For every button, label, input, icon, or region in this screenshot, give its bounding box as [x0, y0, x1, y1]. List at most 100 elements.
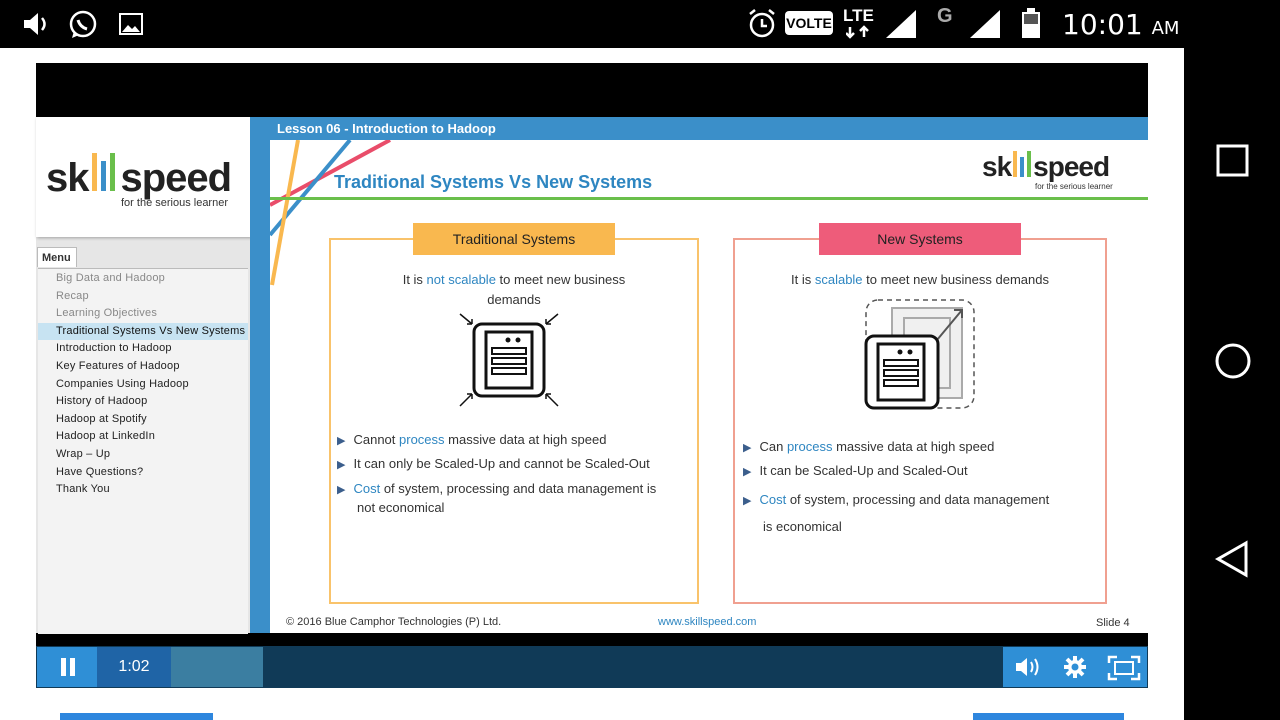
- logo-box: sk speed for the serious learner: [36, 117, 251, 237]
- menu-item[interactable]: Introduction to Hadoop: [38, 340, 248, 357]
- new-bullet-1: ▶ Can process massive data at high speed: [743, 439, 994, 454]
- menu-item[interactable]: History of Hadoop: [38, 393, 248, 410]
- bullet-arrow-icon: ▶: [337, 435, 346, 447]
- bullet-arrow-icon: ▶: [743, 466, 752, 478]
- trad-lead-pre: It is: [402, 272, 427, 287]
- lesson-title: Lesson 06 - Introduction to Hadoop: [270, 117, 1148, 140]
- menu-item[interactable]: Big Data and Hadoop: [38, 270, 248, 287]
- slide-brand-pre: sk: [982, 151, 1012, 182]
- brand-post: speed: [120, 156, 233, 200]
- progress-fill[interactable]: [171, 647, 263, 687]
- bullet-arrow-icon: ▶: [743, 442, 752, 454]
- trad-bullet-1: ▶ Cannot process massive data at high spe…: [337, 432, 606, 447]
- menu-item[interactable]: Traditional Systems Vs New Systems: [38, 322, 248, 340]
- fullscreen-button[interactable]: [1099, 647, 1147, 687]
- trad-lead-post: to meet new business: [495, 272, 626, 287]
- brand-bars-icon: [89, 151, 121, 205]
- server-compressed-icon: [459, 313, 559, 407]
- slide-title: Traditional Systems Vs New Systems: [334, 172, 653, 192]
- new-box: [733, 238, 1107, 604]
- new-b1-pre: Can: [759, 439, 787, 454]
- brand-tagline: for the serious learner: [121, 197, 228, 209]
- signal-icon: [886, 10, 916, 38]
- slide-url[interactable]: www.skillspeed.com: [658, 616, 756, 628]
- status-bar: VOLTE LTE G 10:01 AM: [0, 0, 1280, 48]
- trad-lead-hl: not scalable: [426, 272, 496, 287]
- alarm-icon: [749, 9, 775, 38]
- new-bullet-3: ▶ Cost of system, processing and data man…: [743, 487, 1049, 540]
- new-b1-post: massive data at high speed: [832, 439, 995, 454]
- volume-button[interactable]: [1003, 647, 1051, 687]
- settings-button[interactable]: [1051, 647, 1099, 687]
- menu-item[interactable]: Learning Objectives: [38, 305, 248, 322]
- fullscreen-icon: [1107, 655, 1141, 681]
- menu-tab[interactable]: Menu: [37, 247, 77, 267]
- volume-icon: [24, 13, 46, 35]
- traditional-lead: It is not scalable to meet new business d…: [329, 270, 699, 310]
- menu-item[interactable]: Hadoop at LinkedIn: [38, 428, 248, 445]
- menu-item[interactable]: Companies Using Hadoop: [38, 376, 248, 393]
- menu-item[interactable]: Hadoop at Spotify: [38, 411, 248, 428]
- menu-item[interactable]: Recap: [38, 288, 248, 305]
- slide-brand-bars-icon: [1011, 149, 1033, 186]
- back-icon[interactable]: [1214, 540, 1250, 578]
- bullet-arrow-icon: ▶: [743, 495, 752, 507]
- gear-icon: [1064, 656, 1086, 678]
- battery-icon: [1022, 8, 1040, 38]
- clock: 10:01 AM: [1062, 8, 1179, 41]
- panel-divider: [250, 117, 270, 633]
- menu-item[interactable]: Thank You: [38, 481, 248, 498]
- title-underline: [270, 197, 1148, 200]
- traditional-header: Traditional Systems: [413, 223, 615, 255]
- clock-ampm: AM: [1151, 18, 1180, 39]
- trad-b3-hl: Cost: [353, 481, 381, 496]
- home-icon[interactable]: [1214, 342, 1252, 380]
- slide-logo: sk speed: [982, 146, 1110, 186]
- new-b3-line2: is economical: [763, 519, 842, 534]
- trad-lead-line2: demands: [487, 292, 541, 307]
- slide-copyright: © 2016 Blue Camphor Technologies (P) Ltd…: [286, 616, 502, 628]
- trad-bullet-3: ▶ Cost of system, processing and data man…: [337, 480, 656, 516]
- new-b1-hl: process: [786, 439, 833, 454]
- menu-item[interactable]: Have Questions?: [38, 464, 248, 481]
- slide-brand-post: speed: [1033, 151, 1110, 182]
- trad-b3-post: of system, processing and data managemen…: [380, 481, 657, 496]
- menu-item[interactable]: Key Features of Hadoop: [38, 358, 248, 375]
- new-lead: It is scalable to meet new business dema…: [733, 270, 1107, 290]
- trad-bullet-2: ▶ It can only be Scaled-Up and cannot be …: [337, 456, 650, 471]
- lte-label: LTE: [843, 6, 874, 25]
- menu-item[interactable]: Wrap – Up: [38, 446, 248, 463]
- signal-2-icon: [970, 10, 1000, 38]
- server-scaling-icon: [864, 299, 975, 410]
- nav-bar: [1184, 48, 1280, 720]
- trad-b1-hl: process: [399, 432, 445, 447]
- whatsapp-icon: [69, 10, 97, 38]
- clock-time: 10:01: [1062, 8, 1143, 41]
- trad-b3-line2: not economical: [357, 500, 445, 515]
- trad-b1-post: massive data at high speed: [444, 432, 607, 447]
- bottom-button-right[interactable]: [973, 713, 1124, 720]
- bullet-arrow-icon: ▶: [337, 484, 346, 496]
- new-lead-pre: It is: [791, 272, 815, 287]
- trad-b1-pre: Cannot: [353, 432, 400, 447]
- trad-b2: It can only be Scaled-Up and cannot be S…: [353, 456, 650, 471]
- new-lead-post: to meet new business demands: [862, 272, 1049, 287]
- new-header: New Systems: [819, 223, 1021, 255]
- slide-logo-tagline: for the serious learner: [1035, 182, 1113, 191]
- elapsed-time: 1:02: [97, 647, 171, 687]
- new-bullet-2: ▶ It can be Scaled-Up and Scaled-Out: [743, 463, 968, 478]
- new-b2: It can be Scaled-Up and Scaled-Out: [759, 463, 968, 478]
- new-lead-hl: scalable: [814, 272, 863, 287]
- recent-apps-icon[interactable]: [1216, 144, 1250, 178]
- volte-badge: VOLTE: [785, 11, 833, 35]
- brand-logo: sk speed: [46, 147, 233, 201]
- image-icon: [119, 13, 143, 35]
- bottom-button-left[interactable]: [60, 713, 213, 720]
- data-arrows-icon: [846, 25, 869, 39]
- pause-button[interactable]: [37, 647, 97, 687]
- bullet-arrow-icon: ▶: [337, 459, 346, 471]
- new-b3-hl: Cost: [759, 492, 787, 507]
- brand-pre: sk: [46, 156, 89, 200]
- slide-number: Slide 4: [1096, 617, 1130, 629]
- pause-icon: [61, 658, 75, 676]
